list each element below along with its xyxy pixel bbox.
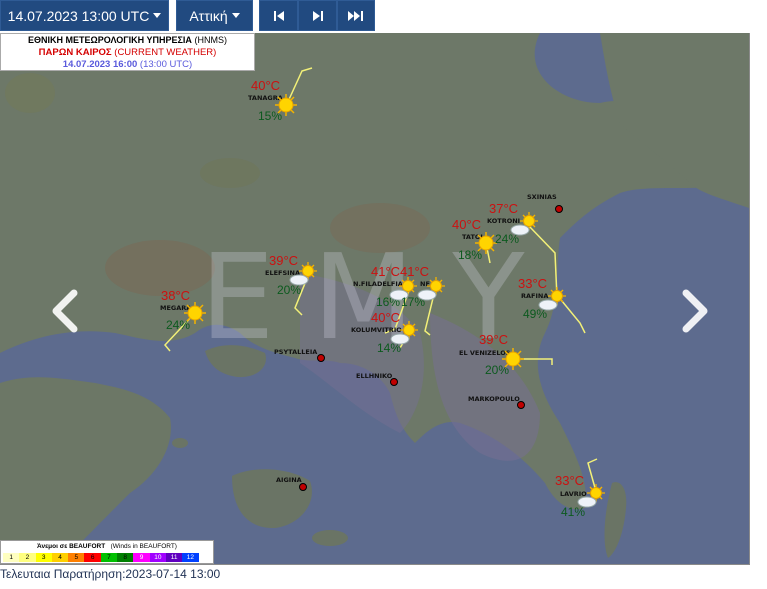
sun-cloud-icon xyxy=(577,484,605,508)
station-name-psytalleia: PSYTALLEIA xyxy=(274,348,318,356)
temperature: 39°C xyxy=(479,332,509,347)
station-name-ellhniko: ELLHNIKO xyxy=(356,372,393,380)
station-name-markopoulo: MARKOPOULO xyxy=(468,395,520,403)
chevron-down-icon xyxy=(153,13,162,18)
beaufort-cell: 3 xyxy=(35,553,52,562)
sun-icon xyxy=(275,94,297,116)
station-name-sxinias: SXINIAS xyxy=(527,193,557,201)
datetime-dropdown[interactable]: 14.07.2023 13:00 UTC xyxy=(0,0,169,31)
weather-map: ΕΘΝΙΚΗ ΜΕΤΕΩΡΟΛΟΓΙΚΗ ΥΠΗΡΕΣΙΑ (HNMS) ΠΑΡ… xyxy=(0,33,750,565)
station-dot xyxy=(317,354,325,362)
datetime-label: 14.07.2023 13:00 UTC xyxy=(7,7,150,24)
temperature: 40°C xyxy=(452,217,482,232)
last-frame-icon xyxy=(348,10,363,21)
station-dot xyxy=(299,483,307,491)
beaufort-scale: 1 2 3 4 5 6 7 8 9 10 11 12 xyxy=(3,553,199,562)
beaufort-cell: 10 xyxy=(149,553,166,562)
first-frame-icon xyxy=(273,10,284,21)
beaufort-cell: 2 xyxy=(19,553,36,562)
sun-icon xyxy=(184,302,206,324)
chevron-down-icon xyxy=(231,13,240,18)
temperature: 40°C xyxy=(251,78,281,93)
next-frame-icon xyxy=(312,10,323,21)
legend-title: Άνεμοι σε BEAUFORT (Winds in BEAUFORT) xyxy=(37,543,177,550)
prev-arrow-icon xyxy=(52,289,78,333)
last-observation-label: Τελευταια Παρατήρηση: xyxy=(0,567,126,581)
beaufort-cell: 11 xyxy=(165,553,183,562)
last-observation: Τελευταια Παρατήρηση:2023-07-14 13:00 xyxy=(0,567,220,581)
beaufort-cell: 6 xyxy=(84,553,101,562)
last-observation-value: 2023-07-14 13:00 xyxy=(125,567,221,581)
station-dot xyxy=(555,205,563,213)
beaufort-cell: 7 xyxy=(100,553,118,562)
next-arrow-icon xyxy=(682,289,708,333)
station-markers xyxy=(299,205,563,491)
last-frame-button[interactable] xyxy=(337,0,375,31)
sun-cloud-icon xyxy=(538,287,566,311)
sun-cloud-icon xyxy=(417,277,445,301)
station-name-aigina: AIGINA xyxy=(276,476,302,484)
beaufort-cell: 12 xyxy=(182,553,199,562)
first-frame-button[interactable] xyxy=(259,0,298,31)
prev-arrow-button[interactable] xyxy=(48,289,84,333)
beaufort-cell: 4 xyxy=(51,553,69,562)
beaufort-cell: 5 xyxy=(68,553,85,562)
next-frame-button[interactable] xyxy=(298,0,337,31)
sun-icon xyxy=(502,348,524,370)
beaufort-legend: Άνεμοι σε BEAUFORT (Winds in BEAUFORT) 1… xyxy=(0,540,214,564)
beaufort-cell: 8 xyxy=(117,553,134,562)
next-arrow-button[interactable] xyxy=(676,289,712,333)
region-label: Αττική xyxy=(189,7,228,24)
sun-cloud-icon xyxy=(510,212,538,236)
beaufort-cell: 1 xyxy=(3,553,20,562)
sun-cloud-icon xyxy=(390,321,418,345)
beaufort-cell: 9 xyxy=(133,553,150,562)
sun-cloud-icon xyxy=(289,262,317,286)
region-dropdown[interactable]: Αττική xyxy=(176,0,253,31)
